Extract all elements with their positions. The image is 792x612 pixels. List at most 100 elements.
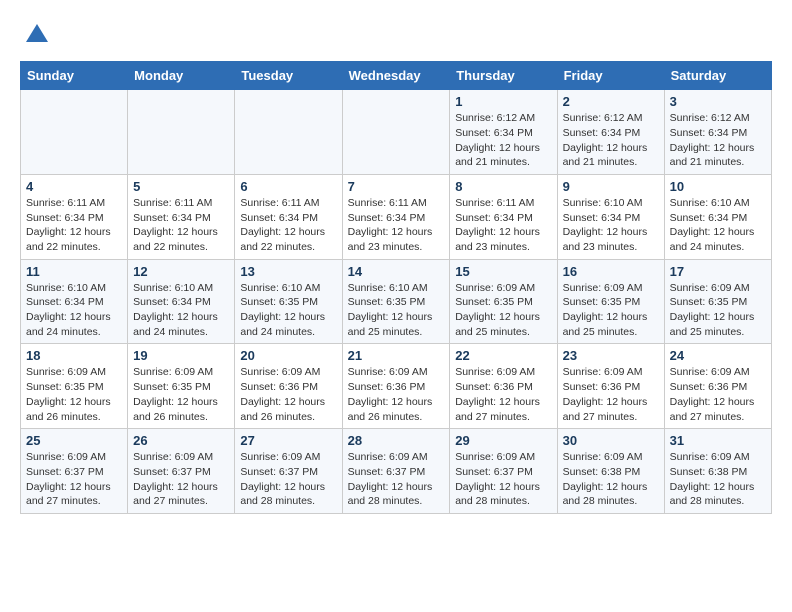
day-number: 4 bbox=[26, 179, 122, 194]
calendar-cell: 7 Sunrise: 6:11 AM Sunset: 6:34 PM Daylig… bbox=[342, 174, 450, 259]
page-header bbox=[20, 20, 772, 51]
day-info: Sunrise: 6:09 AM Sunset: 6:38 PM Dayligh… bbox=[563, 450, 659, 509]
day-info: Sunrise: 6:12 AM Sunset: 6:34 PM Dayligh… bbox=[670, 111, 766, 170]
day-number: 25 bbox=[26, 433, 122, 448]
logo-icon bbox=[22, 20, 52, 50]
logo-text bbox=[20, 20, 52, 55]
header-day-thursday: Thursday bbox=[450, 62, 557, 90]
calendar-cell: 9 Sunrise: 6:10 AM Sunset: 6:34 PM Daylig… bbox=[557, 174, 664, 259]
day-number: 2 bbox=[563, 94, 659, 109]
day-number: 20 bbox=[240, 348, 336, 363]
day-number: 21 bbox=[348, 348, 445, 363]
day-info: Sunrise: 6:09 AM Sunset: 6:36 PM Dayligh… bbox=[670, 365, 766, 424]
calendar-cell: 21 Sunrise: 6:09 AM Sunset: 6:36 PM Dayli… bbox=[342, 344, 450, 429]
calendar-week-1: 1Sunrise: 6:12 AM Sunset: 6:34 PM Daylig… bbox=[21, 90, 772, 175]
day-info: Sunrise: 6:09 AM Sunset: 6:35 PM Dayligh… bbox=[26, 365, 122, 424]
calendar-cell: 29 Sunrise: 6:09 AM Sunset: 6:37 PM Dayli… bbox=[450, 429, 557, 514]
calendar-cell: 16Sunrise: 6:09 AM Sunset: 6:35 PM Dayli… bbox=[557, 259, 664, 344]
day-number: 27 bbox=[240, 433, 336, 448]
calendar-header-row: SundayMondayTuesdayWednesdayThursdayFrid… bbox=[21, 62, 772, 90]
calendar-cell: 6Sunrise: 6:11 AM Sunset: 6:34 PM Daylig… bbox=[235, 174, 342, 259]
day-number: 7 bbox=[348, 179, 445, 194]
calendar-cell bbox=[235, 90, 342, 175]
day-info: Sunrise: 6:12 AM Sunset: 6:34 PM Dayligh… bbox=[455, 111, 551, 170]
day-number: 29 bbox=[455, 433, 551, 448]
day-number: 19 bbox=[133, 348, 229, 363]
day-info: Sunrise: 6:09 AM Sunset: 6:36 PM Dayligh… bbox=[563, 365, 659, 424]
calendar-cell: 25 Sunrise: 6:09 AM Sunset: 6:37 PM Dayli… bbox=[21, 429, 128, 514]
day-number: 11 bbox=[26, 264, 122, 279]
header-day-tuesday: Tuesday bbox=[235, 62, 342, 90]
calendar-cell: 14 Sunrise: 6:10 AM Sunset: 6:35 PM Dayli… bbox=[342, 259, 450, 344]
header-day-monday: Monday bbox=[128, 62, 235, 90]
day-number: 30 bbox=[563, 433, 659, 448]
calendar-cell: 27 Sunrise: 6:09 AM Sunset: 6:37 PM Dayli… bbox=[235, 429, 342, 514]
day-info: Sunrise: 6:09 AM Sunset: 6:37 PM Dayligh… bbox=[240, 450, 336, 509]
day-info: Sunrise: 6:09 AM Sunset: 6:37 PM Dayligh… bbox=[133, 450, 229, 509]
calendar-cell: 22 Sunrise: 6:09 AM Sunset: 6:36 PM Dayli… bbox=[450, 344, 557, 429]
calendar-cell bbox=[21, 90, 128, 175]
calendar-cell: 24Sunrise: 6:09 AM Sunset: 6:36 PM Dayli… bbox=[664, 344, 771, 429]
day-info: Sunrise: 6:11 AM Sunset: 6:34 PM Dayligh… bbox=[455, 196, 551, 255]
calendar-week-3: 11 Sunrise: 6:10 AM Sunset: 6:34 PM Dayli… bbox=[21, 259, 772, 344]
day-number: 28 bbox=[348, 433, 445, 448]
day-number: 18 bbox=[26, 348, 122, 363]
calendar-cell: 5Sunrise: 6:11 AM Sunset: 6:34 PM Daylig… bbox=[128, 174, 235, 259]
day-info: Sunrise: 6:09 AM Sunset: 6:37 PM Dayligh… bbox=[26, 450, 122, 509]
calendar-cell: 31 Sunrise: 6:09 AM Sunset: 6:38 PM Dayli… bbox=[664, 429, 771, 514]
calendar-week-5: 25 Sunrise: 6:09 AM Sunset: 6:37 PM Dayli… bbox=[21, 429, 772, 514]
day-info: Sunrise: 6:12 AM Sunset: 6:34 PM Dayligh… bbox=[563, 111, 659, 170]
day-number: 14 bbox=[348, 264, 445, 279]
day-info: Sunrise: 6:10 AM Sunset: 6:35 PM Dayligh… bbox=[348, 281, 445, 340]
day-info: Sunrise: 6:09 AM Sunset: 6:35 PM Dayligh… bbox=[133, 365, 229, 424]
day-info: Sunrise: 6:09 AM Sunset: 6:37 PM Dayligh… bbox=[455, 450, 551, 509]
day-info: Sunrise: 6:09 AM Sunset: 6:36 PM Dayligh… bbox=[348, 365, 445, 424]
day-info: Sunrise: 6:11 AM Sunset: 6:34 PM Dayligh… bbox=[348, 196, 445, 255]
day-info: Sunrise: 6:10 AM Sunset: 6:34 PM Dayligh… bbox=[563, 196, 659, 255]
header-day-saturday: Saturday bbox=[664, 62, 771, 90]
calendar-cell: 2 Sunrise: 6:12 AM Sunset: 6:34 PM Daylig… bbox=[557, 90, 664, 175]
header-day-sunday: Sunday bbox=[21, 62, 128, 90]
day-info: Sunrise: 6:10 AM Sunset: 6:34 PM Dayligh… bbox=[26, 281, 122, 340]
day-number: 3 bbox=[670, 94, 766, 109]
calendar-cell: 15 Sunrise: 6:09 AM Sunset: 6:35 PM Dayli… bbox=[450, 259, 557, 344]
day-info: Sunrise: 6:10 AM Sunset: 6:35 PM Dayligh… bbox=[240, 281, 336, 340]
calendar-cell: 10Sunrise: 6:10 AM Sunset: 6:34 PM Dayli… bbox=[664, 174, 771, 259]
day-info: Sunrise: 6:09 AM Sunset: 6:36 PM Dayligh… bbox=[240, 365, 336, 424]
header-day-wednesday: Wednesday bbox=[342, 62, 450, 90]
day-number: 31 bbox=[670, 433, 766, 448]
calendar-cell: 19 Sunrise: 6:09 AM Sunset: 6:35 PM Dayli… bbox=[128, 344, 235, 429]
day-info: Sunrise: 6:10 AM Sunset: 6:34 PM Dayligh… bbox=[133, 281, 229, 340]
day-number: 13 bbox=[240, 264, 336, 279]
day-info: Sunrise: 6:09 AM Sunset: 6:38 PM Dayligh… bbox=[670, 450, 766, 509]
calendar-cell: 30 Sunrise: 6:09 AM Sunset: 6:38 PM Dayli… bbox=[557, 429, 664, 514]
calendar-cell: 18 Sunrise: 6:09 AM Sunset: 6:35 PM Dayli… bbox=[21, 344, 128, 429]
day-info: Sunrise: 6:09 AM Sunset: 6:35 PM Dayligh… bbox=[455, 281, 551, 340]
day-info: Sunrise: 6:09 AM Sunset: 6:36 PM Dayligh… bbox=[455, 365, 551, 424]
day-info: Sunrise: 6:09 AM Sunset: 6:37 PM Dayligh… bbox=[348, 450, 445, 509]
day-number: 15 bbox=[455, 264, 551, 279]
day-info: Sunrise: 6:11 AM Sunset: 6:34 PM Dayligh… bbox=[26, 196, 122, 255]
calendar-cell bbox=[128, 90, 235, 175]
calendar-cell: 28 Sunrise: 6:09 AM Sunset: 6:37 PM Dayli… bbox=[342, 429, 450, 514]
calendar-cell: 23 Sunrise: 6:09 AM Sunset: 6:36 PM Dayli… bbox=[557, 344, 664, 429]
day-info: Sunrise: 6:10 AM Sunset: 6:34 PM Dayligh… bbox=[670, 196, 766, 255]
day-info: Sunrise: 6:11 AM Sunset: 6:34 PM Dayligh… bbox=[133, 196, 229, 255]
calendar-cell: 20 Sunrise: 6:09 AM Sunset: 6:36 PM Dayli… bbox=[235, 344, 342, 429]
calendar-cell: 12 Sunrise: 6:10 AM Sunset: 6:34 PM Dayli… bbox=[128, 259, 235, 344]
day-number: 9 bbox=[563, 179, 659, 194]
calendar-cell: 17Sunrise: 6:09 AM Sunset: 6:35 PM Dayli… bbox=[664, 259, 771, 344]
day-number: 12 bbox=[133, 264, 229, 279]
day-info: Sunrise: 6:11 AM Sunset: 6:34 PM Dayligh… bbox=[240, 196, 336, 255]
calendar-cell: 3 Sunrise: 6:12 AM Sunset: 6:34 PM Daylig… bbox=[664, 90, 771, 175]
day-number: 23 bbox=[563, 348, 659, 363]
day-number: 22 bbox=[455, 348, 551, 363]
calendar-cell bbox=[342, 90, 450, 175]
day-info: Sunrise: 6:09 AM Sunset: 6:35 PM Dayligh… bbox=[670, 281, 766, 340]
calendar-table: SundayMondayTuesdayWednesdayThursdayFrid… bbox=[20, 61, 772, 514]
calendar-cell: 26Sunrise: 6:09 AM Sunset: 6:37 PM Dayli… bbox=[128, 429, 235, 514]
calendar-cell: 13 Sunrise: 6:10 AM Sunset: 6:35 PM Dayli… bbox=[235, 259, 342, 344]
day-number: 8 bbox=[455, 179, 551, 194]
logo bbox=[20, 20, 52, 51]
calendar-cell: 11 Sunrise: 6:10 AM Sunset: 6:34 PM Dayli… bbox=[21, 259, 128, 344]
